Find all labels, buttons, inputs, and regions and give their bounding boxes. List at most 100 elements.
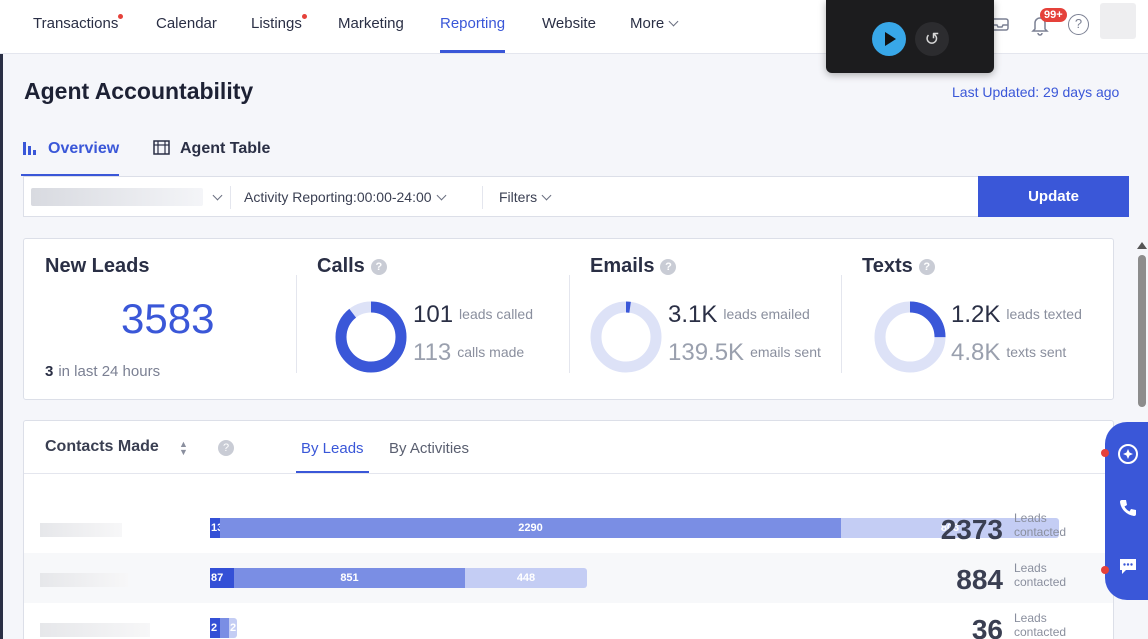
texts-title-text: Texts	[862, 255, 913, 277]
new-leads-24h-label: in last 24 hours	[58, 363, 161, 380]
texts-leads-texted: 1.2K	[951, 301, 1001, 328]
texts-sent: 4.8K	[951, 339, 1001, 366]
media-popup: ↺	[826, 0, 994, 73]
phone-icon[interactable]	[1117, 497, 1139, 519]
tab-label: Overview	[48, 140, 120, 157]
emails-sent: 139.5K	[668, 339, 745, 366]
contacts-bar[interactable]: 2 2	[210, 618, 237, 638]
texts-sent-label: texts sent	[1006, 344, 1067, 360]
tab-by-leads[interactable]: By Leads	[296, 440, 369, 474]
calls-primary: 101 leads called	[413, 301, 533, 329]
notification-dot	[301, 14, 307, 19]
nav-listings[interactable]: Listings	[251, 0, 307, 54]
bar-chart-icon	[23, 142, 36, 155]
notification-dot	[1101, 566, 1109, 574]
divider	[296, 275, 297, 373]
contacts-bar[interactable]: 13 2290 803	[210, 518, 1059, 538]
calls-made: 113	[413, 339, 452, 366]
assistant-icon[interactable]	[1117, 443, 1139, 465]
page-title: Agent Accountability	[24, 78, 254, 104]
nav-label: More	[630, 15, 665, 32]
help-icon[interactable]: ?	[370, 259, 387, 275]
contacts-bar[interactable]: 87 851 448	[210, 568, 587, 588]
nav-calendar[interactable]: Calendar	[156, 0, 217, 54]
emails-sent-label: emails sent	[750, 344, 821, 360]
bar-segment: 13	[210, 518, 220, 538]
nav-website[interactable]: Website	[542, 0, 596, 54]
new-leads-24h-count: 3	[45, 363, 54, 380]
emails-title: Emails?	[590, 255, 677, 278]
nav-label: Calendar	[156, 15, 217, 32]
texts-title: Texts?	[862, 255, 935, 278]
agent-name	[40, 573, 128, 587]
nav-label: Transactions	[33, 15, 119, 32]
agent-select[interactable]	[31, 188, 203, 206]
row-label: Leads contacted	[1014, 561, 1067, 589]
activity-reporting-select[interactable]: Activity Reporting:00:00-24:00	[244, 189, 447, 205]
filters-dropdown[interactable]: Filters	[499, 189, 552, 205]
chevron-down-icon[interactable]	[212, 190, 223, 201]
update-button[interactable]: Update	[978, 176, 1129, 217]
bar-segment	[220, 618, 229, 638]
divider	[24, 473, 1113, 474]
play-button[interactable]	[872, 22, 906, 56]
emails-leads-emailed-label: leads emailed	[723, 306, 810, 322]
calls-donut	[335, 301, 407, 373]
table-icon	[153, 140, 170, 155]
bar-segment: 2290	[220, 518, 841, 538]
last-updated-link[interactable]: Last Updated: 29 days ago	[952, 84, 1119, 100]
bar-segment: 2	[210, 618, 220, 638]
replay-button[interactable]: ↺	[915, 22, 949, 56]
nav-label: Website	[542, 15, 596, 32]
calls-made-label: calls made	[457, 344, 525, 360]
help-icon[interactable]: ?	[918, 259, 935, 275]
scrollbar-thumb[interactable]	[1138, 255, 1146, 407]
stats-card: New Leads 3583 3 in last 24 hours Calls? …	[23, 238, 1114, 400]
nav-transactions[interactable]: Transactions	[33, 0, 124, 54]
chevron-down-icon	[541, 190, 552, 201]
divider	[230, 186, 231, 209]
tab-overview[interactable]: Overview	[20, 140, 120, 176]
chat-icon[interactable]	[1117, 555, 1139, 577]
emails-secondary: 139.5K emails sent	[668, 339, 821, 367]
help-icon[interactable]: ?	[1068, 14, 1089, 35]
row-label: Leads contacted	[1014, 611, 1067, 639]
tab-label: Agent Table	[180, 140, 271, 157]
texts-primary: 1.2K leads texted	[951, 301, 1082, 329]
calls-leads-called-label: leads called	[459, 306, 533, 322]
texts-secondary: 4.8K texts sent	[951, 339, 1066, 367]
tab-agent-table[interactable]: Agent Table	[153, 140, 270, 176]
new-leads-value[interactable]: 3583	[121, 295, 214, 343]
agent-name	[40, 623, 150, 637]
agent-name	[40, 523, 122, 537]
donut-arc	[335, 301, 407, 373]
table-row[interactable]: 13 2290 803 2373 Leads contacted	[24, 503, 1113, 553]
texts-donut	[874, 301, 946, 373]
activity-label: Activity Reporting:00:00-24:00	[244, 189, 432, 205]
nav-more[interactable]: More	[630, 0, 679, 54]
scroll-up-arrow[interactable]	[1137, 242, 1147, 249]
emails-leads-emailed: 3.1K	[668, 301, 718, 328]
sort-icon[interactable]: ▲ ▼	[179, 440, 188, 457]
help-icon[interactable]: ?	[218, 440, 234, 456]
avatar[interactable]	[1100, 3, 1136, 39]
nav-reporting[interactable]: Reporting	[440, 0, 506, 54]
texts-leads-texted-label: leads texted	[1006, 306, 1082, 322]
table-row[interactable]: 2 2 36 Leads contacted	[24, 603, 1113, 639]
tab-by-activities[interactable]: By Activities	[389, 440, 469, 457]
emails-donut	[590, 301, 662, 373]
divider	[841, 275, 842, 373]
bar-segment: 2	[229, 618, 237, 638]
row-total: 2373	[940, 514, 1003, 545]
nav-marketing[interactable]: Marketing	[338, 0, 404, 54]
new-leads-24h: 3 in last 24 hours	[45, 363, 160, 380]
row-total: 884	[956, 564, 1003, 595]
chevron-down-icon	[668, 16, 679, 27]
bar-segment: 448	[465, 568, 587, 588]
notification-dot	[118, 14, 124, 19]
table-row[interactable]: 87 851 448 884 Leads contacted	[24, 553, 1113, 603]
divider	[482, 186, 483, 209]
help-icon[interactable]: ?	[660, 259, 677, 275]
nav-label: Marketing	[338, 15, 404, 32]
divider	[569, 275, 570, 373]
